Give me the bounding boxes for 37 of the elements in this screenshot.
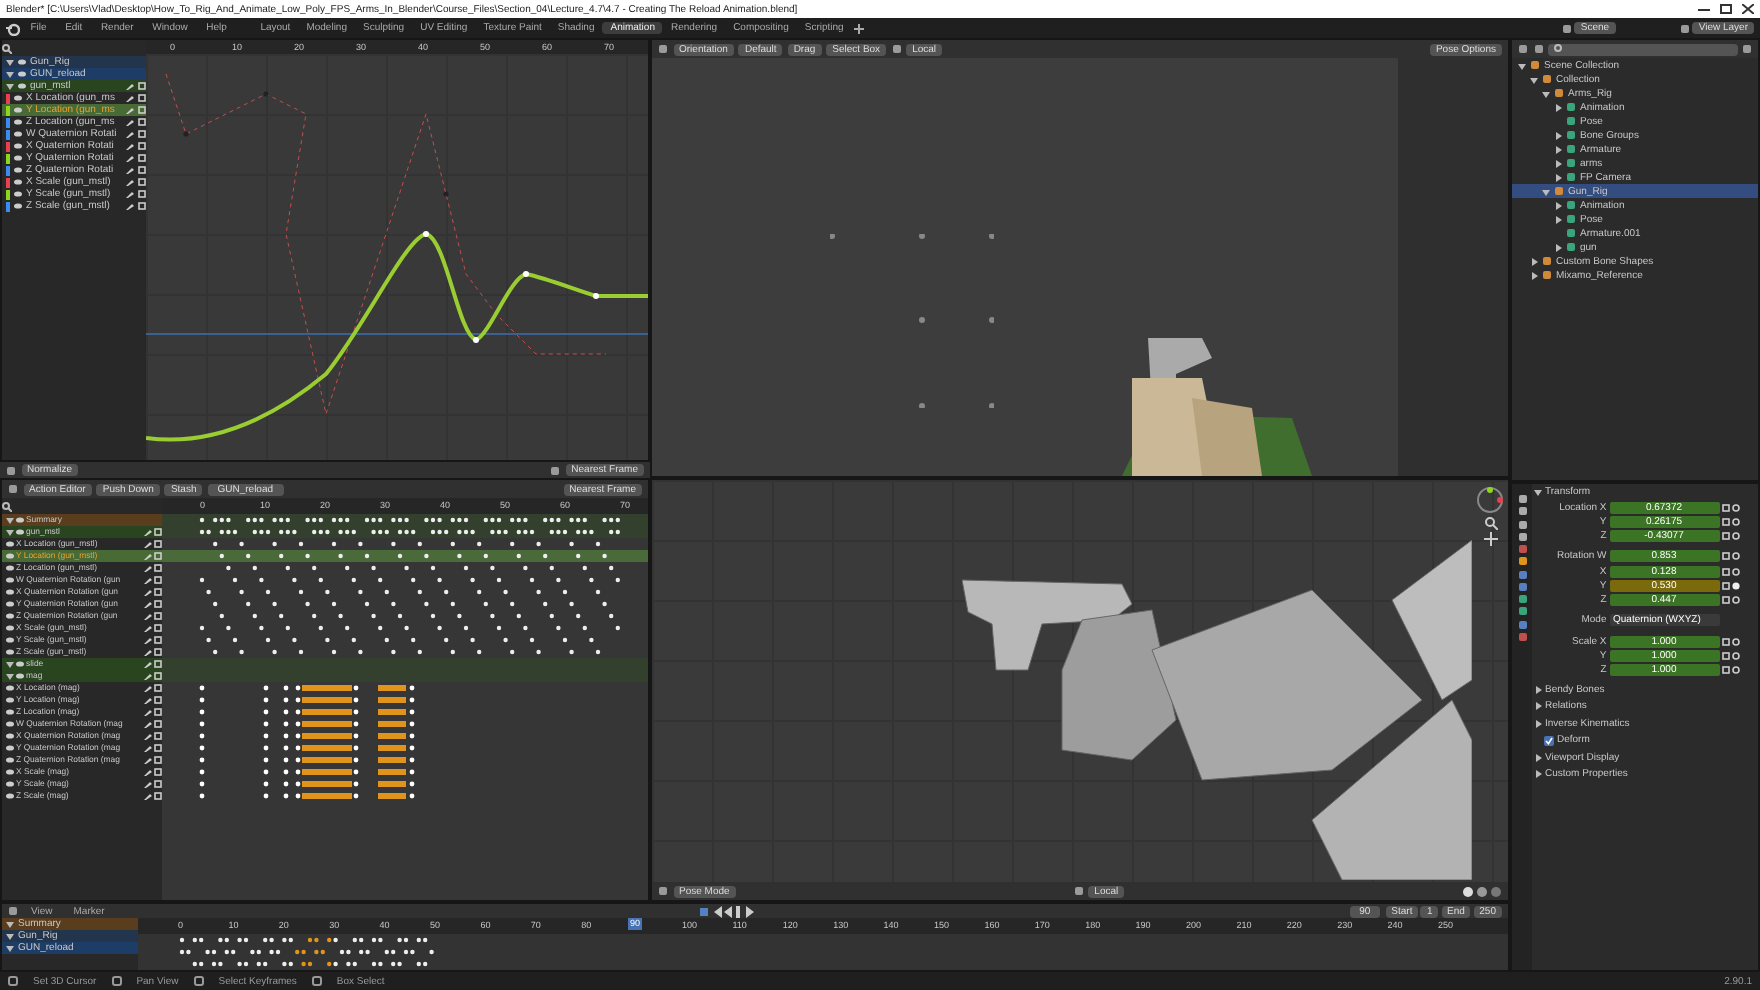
expand-arrow-icon[interactable]: [1554, 103, 1562, 111]
expand-arrow-icon[interactable]: [1530, 75, 1538, 83]
expand-arrow-icon[interactable]: [1554, 243, 1562, 251]
expand-arrow-icon[interactable]: [1554, 201, 1562, 209]
expand-arrow-icon[interactable]: [1542, 89, 1550, 97]
navigation-gizmo-icon[interactable]: [1476, 485, 1504, 513]
search-icon: [1554, 43, 1562, 51]
close-icon[interactable]: [1742, 4, 1754, 14]
pan-icon[interactable]: [1483, 532, 1497, 546]
expand-arrow-icon[interactable]: [1534, 488, 1543, 497]
handle-point[interactable]: [183, 131, 189, 137]
expand-arrow-icon[interactable]: [1554, 145, 1562, 153]
minimize-icon[interactable]: [1698, 4, 1710, 14]
expand-arrow-icon[interactable]: [1530, 257, 1538, 265]
keyframe-point[interactable]: [593, 293, 599, 299]
handle-point[interactable]: [443, 191, 449, 197]
search-field[interactable]: [1548, 43, 1737, 55]
search-icon: [2, 501, 12, 511]
search-icon: [2, 43, 12, 53]
expand-arrow-icon[interactable]: [1542, 187, 1550, 195]
expand-arrow-icon[interactable]: [1554, 215, 1562, 223]
shading-mode-icon[interactable]: [1462, 885, 1502, 897]
keyframe-point[interactable]: [523, 271, 529, 277]
expand-arrow-icon[interactable]: [1554, 159, 1562, 167]
app-logo-icon[interactable]: [6, 21, 20, 35]
add-icon[interactable]: [854, 23, 865, 33]
keyframe-point[interactable]: [423, 231, 429, 237]
keyframe-point[interactable]: [473, 337, 479, 343]
expand-arrow-icon[interactable]: [1554, 173, 1562, 181]
fcurve-line[interactable]: [146, 232, 648, 442]
handle-point[interactable]: [263, 91, 269, 97]
maximize-icon[interactable]: [1720, 4, 1732, 14]
zoom-icon[interactable]: [1483, 515, 1497, 530]
checkbox[interactable]: [1544, 735, 1555, 746]
expand-arrow-icon[interactable]: [1518, 61, 1526, 69]
expand-arrow-icon[interactable]: [1530, 271, 1538, 279]
expand-arrow-icon[interactable]: [1554, 131, 1562, 139]
